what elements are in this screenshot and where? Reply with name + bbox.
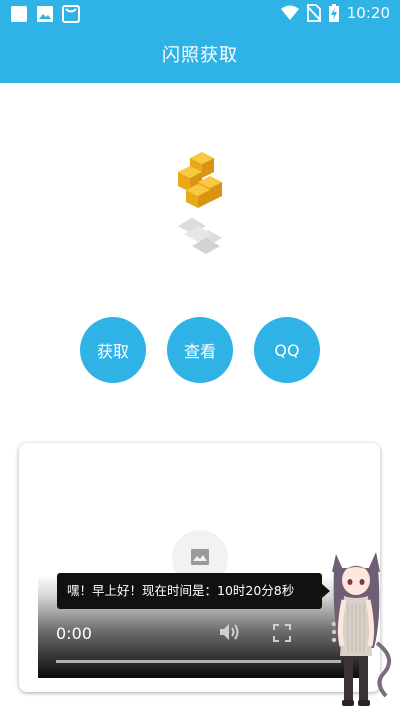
progress-track[interactable] bbox=[56, 660, 341, 663]
image-icon bbox=[37, 6, 53, 22]
clock: 10:20 bbox=[346, 4, 390, 22]
square-icon bbox=[11, 6, 27, 22]
status-bar: 10:20 bbox=[0, 0, 400, 28]
get-button[interactable]: 获取 bbox=[80, 317, 146, 383]
greeting-toast: 嘿！早上好！现在时间是：10时20分8秒 bbox=[57, 573, 322, 609]
view-button[interactable]: 查看 bbox=[167, 317, 233, 383]
store-icon bbox=[62, 5, 80, 23]
volume-icon[interactable] bbox=[219, 622, 241, 642]
app-bar: 闪照获取 bbox=[0, 28, 400, 83]
wifi-icon bbox=[280, 5, 299, 20]
page-title: 闪照获取 bbox=[162, 45, 238, 66]
app-logo-icon bbox=[178, 152, 222, 254]
no-sim-icon bbox=[306, 4, 321, 22]
image-placeholder-icon bbox=[191, 549, 209, 565]
qq-button[interactable]: QQ bbox=[254, 317, 320, 383]
fullscreen-icon[interactable] bbox=[273, 624, 291, 642]
mascot-character-icon bbox=[332, 552, 392, 706]
battery-charging-icon bbox=[328, 4, 339, 22]
current-time: 0:00 bbox=[56, 624, 92, 643]
